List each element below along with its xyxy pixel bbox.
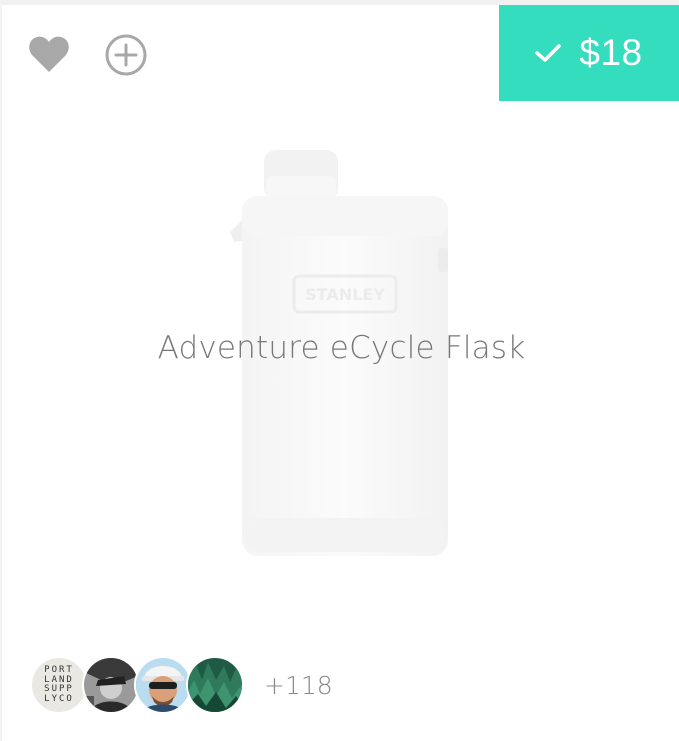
add-to-collection-button[interactable] xyxy=(104,33,148,77)
price-label: $18 xyxy=(579,32,643,73)
like-button[interactable] xyxy=(27,34,71,74)
heart-icon xyxy=(29,36,69,72)
product-card[interactable]: $18 STANLEY Adventure eCycle Flask PORT xyxy=(0,0,679,741)
bw-photo-image xyxy=(84,658,138,712)
left-divider xyxy=(0,0,2,741)
avatar-user-forest[interactable] xyxy=(186,656,244,714)
forest-image xyxy=(188,658,242,712)
product-title[interactable]: Adventure eCycle Flask xyxy=(0,330,679,366)
avatar-user-cap-sunglasses[interactable] xyxy=(134,656,192,714)
portland-supply-logo: PORT LAND SUPP LYCO xyxy=(32,658,86,712)
avatar-user-bw-photo[interactable] xyxy=(82,656,140,714)
product-brand-label: STANLEY xyxy=(305,285,385,304)
cap-sunglasses-image xyxy=(136,658,190,712)
check-icon xyxy=(535,44,562,62)
plus-circle-icon xyxy=(105,34,147,76)
avatar-portland-supply-co[interactable]: PORT LAND SUPP LYCO xyxy=(30,656,88,714)
more-savers-count[interactable]: +118 xyxy=(264,671,333,700)
buy-price-button[interactable]: $18 xyxy=(499,5,679,101)
savers-avatar-list: PORT LAND SUPP LYCO +118 xyxy=(30,655,333,715)
